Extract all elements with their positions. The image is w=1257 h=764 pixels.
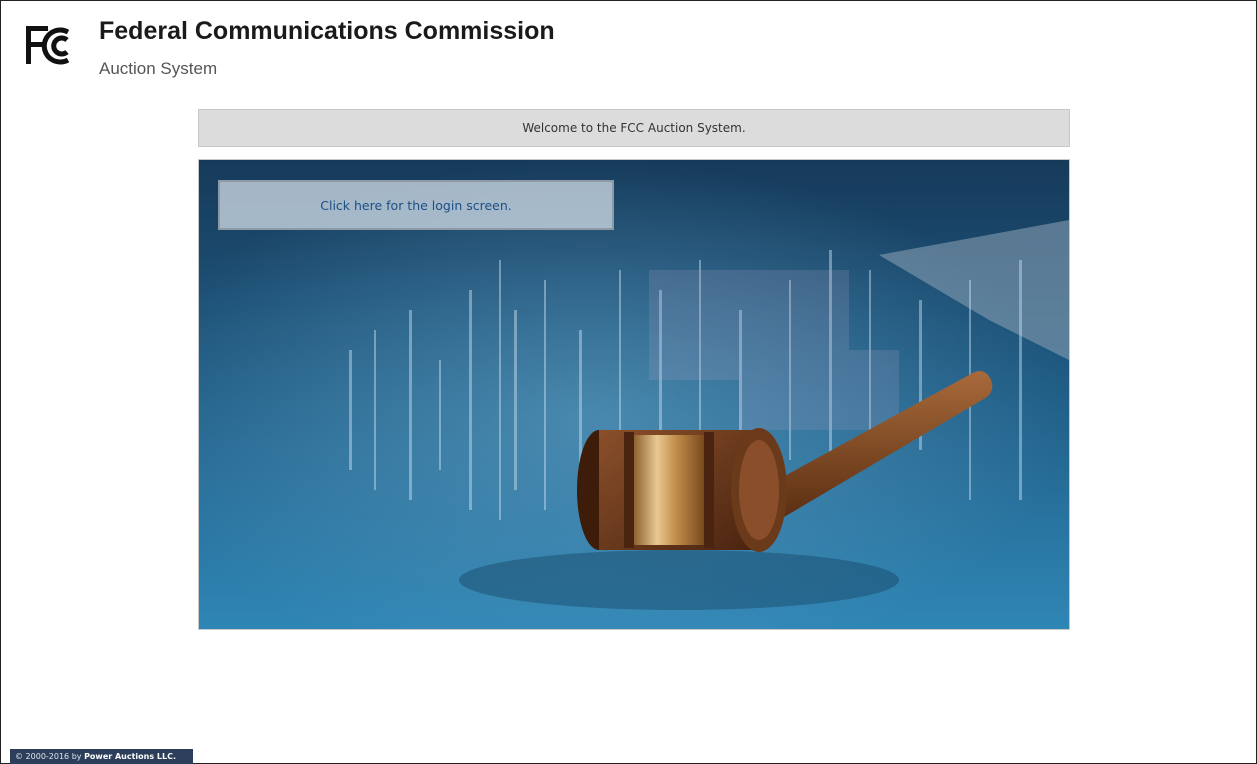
fcc-logo [26,26,70,65]
gavel-hero-image [199,160,1069,629]
hero-panel: Click here for the login screen. [198,159,1070,630]
welcome-bar: Welcome to the FCC Auction System. [198,109,1070,147]
page-subtitle: Auction System [99,59,218,78]
footer-prefix: © 2000-2016 by [15,752,82,761]
page-title: Federal Communications Commission [99,17,555,45]
footer-company-link[interactable]: Power Auctions LLC. [84,752,176,761]
footer-copyright: © 2000-2016 by Power Auctions LLC. [10,749,193,764]
welcome-message: Welcome to the FCC Auction System. [522,121,746,135]
login-link[interactable]: Click here for the login screen. [218,180,614,230]
